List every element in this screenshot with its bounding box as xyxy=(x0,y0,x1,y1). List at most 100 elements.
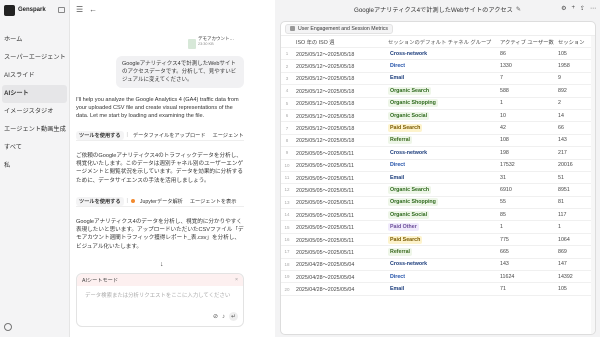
sessions-cell[interactable]: 105 xyxy=(555,51,595,57)
table-row[interactable]: 15 2025/05/05～2025/05/11 Paid Other 1 1 xyxy=(281,221,595,234)
active-users-cell[interactable]: 11624 xyxy=(497,274,555,280)
table-row[interactable]: 16 2025/05/05～2025/05/11 Paid Search 775 106… xyxy=(281,234,595,247)
column-header[interactable]: アクティブ ユーザー数 xyxy=(497,38,555,46)
active-users-cell[interactable]: 10 xyxy=(497,113,555,119)
table-row[interactable]: 2 2025/05/12～2025/05/18 Direct 1330 1958 xyxy=(281,60,595,73)
week-cell[interactable]: 2025/05/12～2025/05/18 xyxy=(293,136,385,144)
table-row[interactable]: 6 2025/05/12～2025/05/18 Organic Social 10 14 xyxy=(281,110,595,123)
active-users-cell[interactable]: 31 xyxy=(497,175,555,181)
tool-chip[interactable]: エージェントを表示 xyxy=(188,197,239,206)
sidebar-item-super-agent[interactable]: スーパーエージェント xyxy=(0,49,69,67)
sessions-cell[interactable]: 51 xyxy=(555,175,595,181)
send-icon[interactable]: ↵ xyxy=(229,312,238,321)
table-row[interactable]: 12 2025/05/05～2025/05/11 Organic Search 691… xyxy=(281,184,595,197)
table-row[interactable]: 8 2025/05/12～2025/05/18 Referral 108 143 xyxy=(281,135,595,148)
channel-cell[interactable]: Organic Social xyxy=(385,210,497,219)
week-cell[interactable]: 2025/04/28～2025/05/04 xyxy=(293,273,385,281)
week-cell[interactable]: 2025/05/05～2025/05/11 xyxy=(293,211,385,219)
active-users-cell[interactable]: 85 xyxy=(497,212,555,218)
channel-cell[interactable]: Cross-network xyxy=(385,51,497,57)
channel-cell[interactable]: Referral xyxy=(385,247,497,256)
channel-cell[interactable]: Paid Other xyxy=(385,223,497,232)
table-row[interactable]: 17 2025/05/05～2025/05/11 Referral 665 869 xyxy=(281,246,595,259)
channel-cell[interactable]: Organic Shopping xyxy=(385,99,497,108)
sidebar-item-image-studio[interactable]: イメージスタジオ xyxy=(0,103,69,121)
scroll-down-icon[interactable]: ↓ xyxy=(160,261,164,268)
add-icon[interactable]: + xyxy=(571,5,575,12)
week-cell[interactable]: 2025/05/12～2025/05/18 xyxy=(293,124,385,132)
tool-chip[interactable]: Jupyterデータ解析 xyxy=(138,197,185,206)
channel-cell[interactable]: Paid Search xyxy=(385,235,497,244)
table-row[interactable]: 1 2025/05/12～2025/05/18 Cross-network 86 105 xyxy=(281,48,595,61)
table-row[interactable]: 13 2025/05/05～2025/05/11 Organic Shopping 5… xyxy=(281,197,595,210)
sessions-cell[interactable]: 14392 xyxy=(555,274,595,280)
column-header[interactable]: セッション xyxy=(555,38,595,46)
table-row[interactable]: 14 2025/05/05～2025/05/11 Organic Social 85 1… xyxy=(281,209,595,222)
sessions-cell[interactable]: 143 xyxy=(555,137,595,143)
week-cell[interactable]: 2025/05/05～2025/05/11 xyxy=(293,223,385,231)
active-users-cell[interactable]: 775 xyxy=(497,237,555,243)
week-cell[interactable]: 2025/04/28～2025/05/04 xyxy=(293,260,385,268)
active-users-cell[interactable]: 55 xyxy=(497,199,555,205)
active-users-cell[interactable]: 1 xyxy=(497,100,555,106)
week-cell[interactable]: 2025/05/12～2025/05/18 xyxy=(293,87,385,95)
sessions-cell[interactable]: 105 xyxy=(555,286,595,292)
table-row[interactable]: 7 2025/05/12～2025/05/18 Paid Search 42 66 xyxy=(281,122,595,135)
sidebar-item-all[interactable]: すべて xyxy=(0,139,69,157)
sessions-cell[interactable]: 217 xyxy=(555,150,595,156)
collapse-sidebar-icon[interactable] xyxy=(58,7,65,13)
active-users-cell[interactable]: 42 xyxy=(497,125,555,131)
channel-cell[interactable]: Cross-network xyxy=(385,261,497,267)
week-cell[interactable]: 2025/05/12～2025/05/18 xyxy=(293,112,385,120)
active-users-cell[interactable]: 588 xyxy=(497,88,555,94)
week-cell[interactable]: 2025/05/05～2025/05/11 xyxy=(293,161,385,169)
sessions-cell[interactable]: 20016 xyxy=(555,162,595,168)
channel-cell[interactable]: Direct xyxy=(385,274,497,280)
channel-cell[interactable]: Paid Search xyxy=(385,124,497,133)
week-cell[interactable]: 2025/05/05～2025/05/11 xyxy=(293,174,385,182)
active-users-cell[interactable]: 1 xyxy=(497,224,555,230)
sessions-cell[interactable]: 1064 xyxy=(555,237,595,243)
table-row[interactable]: 19 2025/04/28～2025/05/04 Direct 11624 14392 xyxy=(281,271,595,284)
table-row[interactable]: 20 2025/04/28～2025/05/04 Email 71 105 xyxy=(281,283,595,296)
active-users-cell[interactable]: 1330 xyxy=(497,63,555,69)
close-mode-icon[interactable]: × xyxy=(235,277,238,283)
table-scrollbar[interactable] xyxy=(591,36,595,334)
active-users-cell[interactable]: 7 xyxy=(497,75,555,81)
week-cell[interactable]: 2025/05/05～2025/05/11 xyxy=(293,149,385,157)
week-cell[interactable]: 2025/04/28～2025/05/04 xyxy=(293,285,385,293)
channel-cell[interactable]: Email xyxy=(385,175,497,181)
sessions-cell[interactable]: 81 xyxy=(555,199,595,205)
sessions-cell[interactable]: 1 xyxy=(555,224,595,230)
channel-cell[interactable]: Direct xyxy=(385,162,497,168)
week-cell[interactable]: 2025/05/12～2025/05/18 xyxy=(293,99,385,107)
table-row[interactable]: 3 2025/05/12～2025/05/18 Email 7 9 xyxy=(281,73,595,86)
table-row[interactable]: 18 2025/04/28～2025/05/04 Cross-network 143 1… xyxy=(281,259,595,272)
week-cell[interactable]: 2025/05/05～2025/05/11 xyxy=(293,186,385,194)
table-row[interactable]: 9 2025/05/05～2025/05/11 Cross-network 198 21… xyxy=(281,147,595,160)
channel-cell[interactable]: Referral xyxy=(385,136,497,145)
active-users-cell[interactable]: 198 xyxy=(497,150,555,156)
sidebar-item-ai-slides[interactable]: AIスライド xyxy=(0,67,69,85)
sidebar-item-agent-video[interactable]: エージェント動画生成 xyxy=(0,121,69,139)
settings-gear-icon[interactable]: ⚙ xyxy=(561,5,566,12)
week-cell[interactable]: 2025/05/05～2025/05/11 xyxy=(293,236,385,244)
channel-cell[interactable]: Organic Search xyxy=(385,86,497,95)
active-users-cell[interactable]: 143 xyxy=(497,261,555,267)
mic-icon[interactable]: ♪ xyxy=(222,314,225,320)
tool-usage-row[interactable]: ツールを使用する | Jupyterデータ解析 エージェントを表示 xyxy=(76,196,244,207)
active-users-cell[interactable]: 6910 xyxy=(497,187,555,193)
active-users-cell[interactable]: 665 xyxy=(497,249,555,255)
active-users-cell[interactable]: 71 xyxy=(497,286,555,292)
channel-cell[interactable]: Email xyxy=(385,75,497,81)
table-row[interactable]: 4 2025/05/12～2025/05/18 Organic Search 588 8… xyxy=(281,85,595,98)
active-users-cell[interactable]: 86 xyxy=(497,51,555,57)
week-cell[interactable]: 2025/05/12～2025/05/18 xyxy=(293,74,385,82)
sidebar-item-me[interactable]: 私 xyxy=(0,157,69,175)
back-icon[interactable]: ← xyxy=(89,5,97,14)
tool-chip[interactable]: エージェント xyxy=(211,131,244,140)
channel-cell[interactable]: Cross-network xyxy=(385,150,497,156)
more-icon[interactable]: ⋯ xyxy=(590,5,596,12)
table-row[interactable]: 5 2025/05/12～2025/05/18 Organic Shopping 1 2 xyxy=(281,98,595,110)
column-header[interactable]: セッションのデフォルト チャネル グループ xyxy=(385,38,497,46)
